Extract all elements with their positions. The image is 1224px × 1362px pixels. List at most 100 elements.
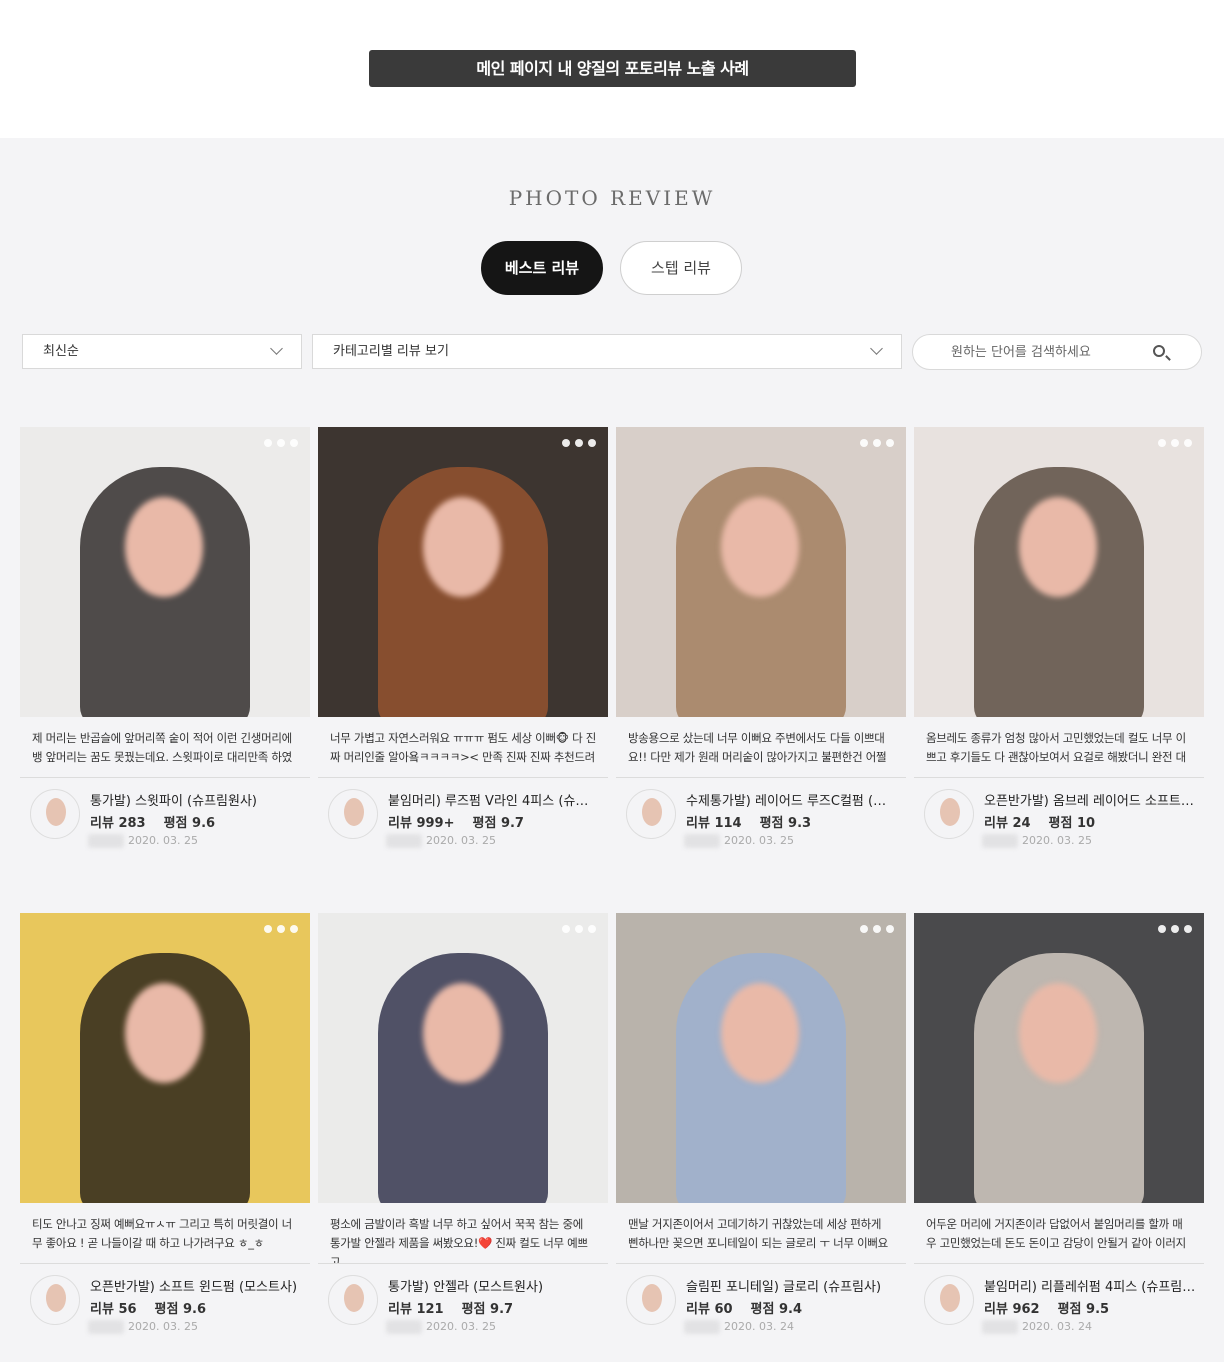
review-text: 옴브레도 종류가 엄청 많아서 고민했었는데 컬도 너무 이쁘고 후기들도 다 … (914, 717, 1204, 778)
category-select[interactable]: 카테고리별 리뷰 보기 (312, 334, 902, 369)
review-stats: 리뷰 56 평점 9.6 (90, 1298, 206, 1317)
review-count: 60 (714, 1302, 733, 1317)
review-photo[interactable] (20, 427, 310, 717)
review-card[interactable]: 방송용으로 샀는데 너무 이뻐요 주변에서도 다들 이쁘대요!! 다만 제가 원… (616, 427, 906, 858)
tab-step-review[interactable]: 스텝 리뷰 (620, 241, 742, 295)
rating-label: 평점 (1048, 816, 1073, 831)
review-stats: 리뷰 283 평점 9.6 (90, 812, 215, 831)
review-card[interactable]: 티도 안나고 징쩌 예뻐요ㅠㅅㅠ 그리고 특히 머릿결이 너무 좋아요 ! 곧 … (20, 913, 310, 1344)
review-card[interactable]: 어두운 머리에 거지존이라 답없어서 붙임머리를 할까 매우 고민했었는데 돈도… (914, 913, 1204, 1344)
product-name[interactable]: 붙임머리) 리플레쉬펌 4피스 (슈프림원사) (984, 1276, 1196, 1295)
blurred-username (982, 1320, 1018, 1334)
photo-face (1019, 983, 1097, 1083)
search-input[interactable] (951, 336, 1151, 368)
section-title: PHOTO REVIEW (508, 186, 716, 210)
review-photo[interactable] (616, 913, 906, 1203)
product-name[interactable]: 오픈반가발) 옴브레 레이어드 소프트 웨이브 (984, 790, 1196, 809)
rating-value: 9.3 (788, 816, 812, 831)
avatar[interactable] (626, 789, 676, 839)
review-count-label: 리뷰 (984, 816, 1008, 831)
rating-label: 평점 (461, 1302, 486, 1317)
rating-value: 9.5 (1086, 1302, 1110, 1317)
review-date: 2020. 03. 25 (1022, 834, 1092, 847)
avatar[interactable] (924, 1275, 974, 1325)
review-card[interactable]: 맨날 거지존이어서 고데기하기 귀찮았는데 세상 편하게 삔하나만 꽂으면 포니… (616, 913, 906, 1344)
review-card[interactable]: 옴브레도 종류가 엄청 많아서 고민했었는데 컬도 너무 이쁘고 후기들도 다 … (914, 427, 1204, 858)
avatar[interactable] (328, 1275, 378, 1325)
more-dots-icon[interactable] (1158, 439, 1192, 447)
avatar[interactable] (328, 789, 378, 839)
product-name[interactable]: 수제통가발) 레이어드 루즈C컬펌 (모스트원사) (686, 790, 898, 809)
photo-face (423, 497, 501, 597)
blurred-username (982, 834, 1018, 848)
rating-value: 9.7 (500, 816, 524, 831)
review-text: 제 머리는 반곱슬에 앞머리쪽 숱이 적어 이런 긴생머리에 뱅 앞머리는 꿈도… (20, 717, 310, 778)
review-count: 283 (118, 816, 146, 831)
review-card[interactable]: 너무 가볍고 자연스러워요 ㅠㅠㅠ 펌도 세상 이뻐🐵 다 진짜 머리인줄 알아… (318, 427, 608, 858)
blurred-username (88, 1320, 124, 1334)
more-dots-icon[interactable] (264, 439, 298, 447)
category-select-value: 카테고리별 리뷰 보기 (333, 344, 449, 359)
review-count-label: 리뷰 (984, 1302, 1008, 1317)
more-dots-icon[interactable] (860, 439, 894, 447)
avatar[interactable] (30, 1275, 80, 1325)
rating-label: 평점 (759, 816, 784, 831)
avatar[interactable] (30, 789, 80, 839)
review-count-label: 리뷰 (686, 1302, 710, 1317)
review-photo[interactable] (318, 913, 608, 1203)
photo-face (125, 497, 203, 597)
review-stats: 리뷰 114 평점 9.3 (686, 812, 811, 831)
product-name[interactable]: 붙임머리) 루즈펌 V라인 4피스 (슈프림원사) (388, 790, 600, 809)
review-count: 999+ (416, 816, 455, 831)
more-dots-icon[interactable] (562, 439, 596, 447)
blurred-username (684, 834, 720, 848)
review-meta: 오픈반가발) 옴브레 레이어드 소프트 웨이브 리뷰 24 평점 10 2020.… (914, 778, 1204, 858)
blurred-username (386, 1320, 422, 1334)
photo-face (1019, 497, 1097, 597)
review-count: 121 (416, 1302, 444, 1317)
rating-value: 9.4 (779, 1302, 803, 1317)
caption-banner: 메인 페이지 내 양질의 포토리뷰 노출 사례 (369, 50, 856, 87)
product-name[interactable]: 통가발) 안젤라 (모스트원사) (388, 1276, 600, 1295)
review-stats: 리뷰 999+ 평점 9.7 (388, 812, 524, 831)
product-name[interactable]: 오픈반가발) 소프트 윈드펌 (모스트사) (90, 1276, 302, 1295)
review-text: 티도 안나고 징쩌 예뻐요ㅠㅅㅠ 그리고 특히 머릿결이 너무 좋아요 ! 곧 … (20, 1203, 310, 1264)
rating-value: 10 (1077, 816, 1096, 831)
review-date: 2020. 03. 25 (426, 1320, 496, 1333)
review-photo[interactable] (20, 913, 310, 1203)
product-name[interactable]: 통가발) 스윗파이 (슈프림원사) (90, 790, 302, 809)
review-date: 2020. 03. 25 (426, 834, 496, 847)
review-photo[interactable] (914, 913, 1204, 1203)
review-date: 2020. 03. 25 (724, 834, 794, 847)
sort-select[interactable]: 최신순 (22, 334, 302, 369)
review-meta: 수제통가발) 레이어드 루즈C컬펌 (모스트원사) 리뷰 114 평점 9.3 2… (616, 778, 906, 858)
avatar[interactable] (626, 1275, 676, 1325)
more-dots-icon[interactable] (264, 925, 298, 933)
avatar[interactable] (924, 789, 974, 839)
blurred-username (684, 1320, 720, 1334)
rating-value: 9.7 (490, 1302, 514, 1317)
product-name[interactable]: 슬림핀 포니테일) 글로리 (슈프림사) (686, 1276, 898, 1295)
review-photo[interactable] (616, 427, 906, 717)
blurred-username (386, 834, 422, 848)
chevron-down-icon (270, 342, 283, 355)
photo-face (423, 983, 501, 1083)
review-count-label: 리뷰 (90, 1302, 114, 1317)
search-icon[interactable] (1153, 345, 1165, 357)
review-photo[interactable] (914, 427, 1204, 717)
more-dots-icon[interactable] (860, 925, 894, 933)
review-photo[interactable] (318, 427, 608, 717)
review-card[interactable]: 제 머리는 반곱슬에 앞머리쪽 숱이 적어 이런 긴생머리에 뱅 앞머리는 꿈도… (20, 427, 310, 858)
photo-face (721, 497, 799, 597)
blurred-username (88, 834, 124, 848)
review-stats: 리뷰 121 평점 9.7 (388, 1298, 513, 1317)
review-text: 방송용으로 샀는데 너무 이뻐요 주변에서도 다들 이쁘대요!! 다만 제가 원… (616, 717, 906, 778)
tab-best-review[interactable]: 베스트 리뷰 (481, 241, 603, 295)
more-dots-icon[interactable] (562, 925, 596, 933)
review-meta: 통가발) 안젤라 (모스트원사) 리뷰 121 평점 9.7 2020. 03. … (318, 1264, 608, 1344)
review-date: 2020. 03. 24 (1022, 1320, 1092, 1333)
review-count-label: 리뷰 (90, 816, 114, 831)
review-meta: 붙임머리) 루즈펌 V라인 4피스 (슈프림원사) 리뷰 999+평점 9.7 … (318, 778, 608, 858)
more-dots-icon[interactable] (1158, 925, 1192, 933)
review-card[interactable]: 평소에 금발이라 흑발 너무 하고 싶어서 꾹꾹 참는 중에 통가발 안젤라 제… (318, 913, 608, 1344)
